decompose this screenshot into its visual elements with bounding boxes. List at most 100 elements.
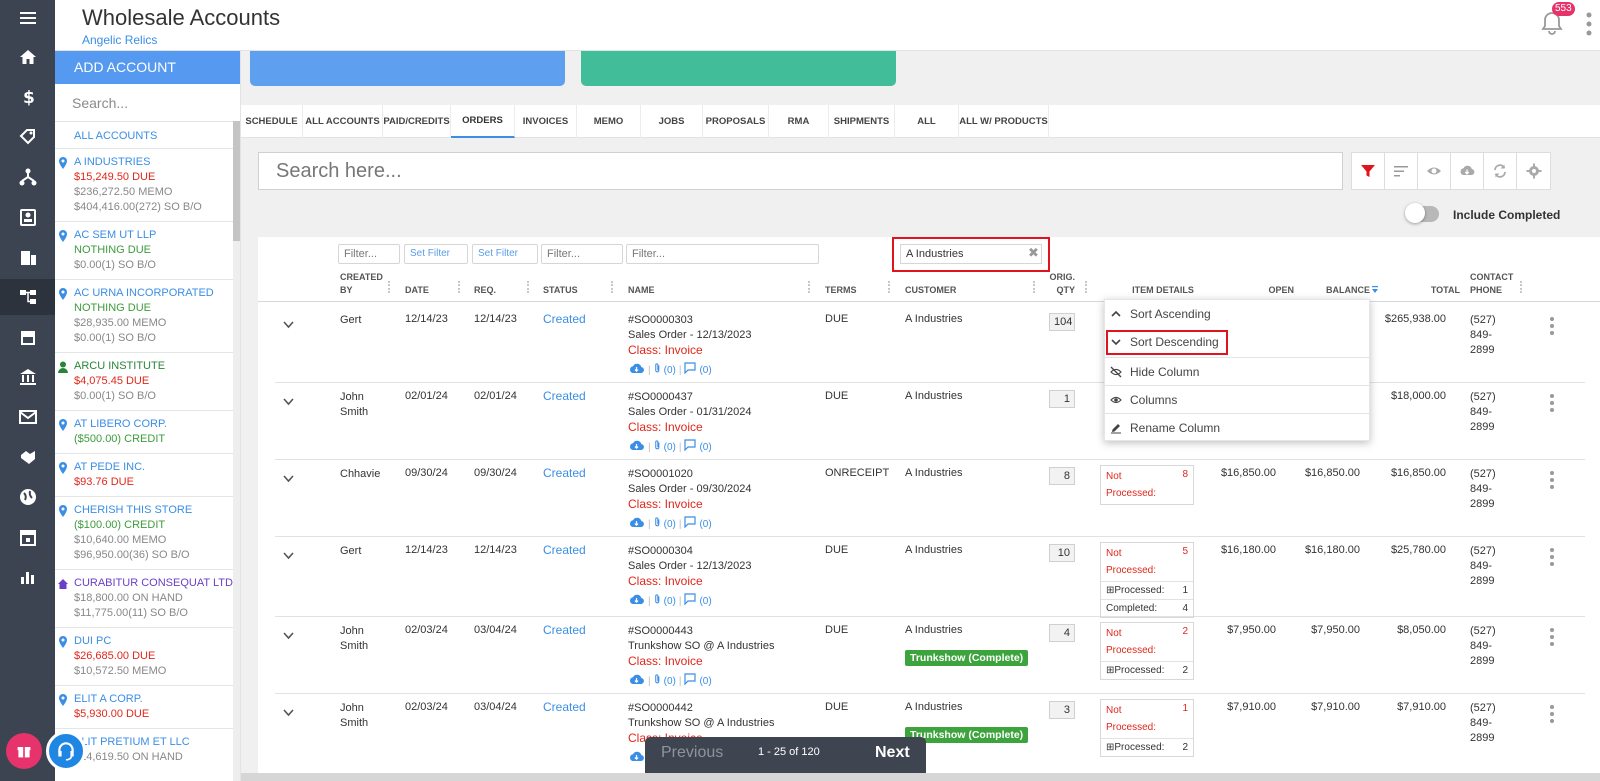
row-menu-icon[interactable] (1549, 627, 1555, 647)
order-number[interactable]: #SO0000442 (628, 701, 775, 716)
cloud-download-icon[interactable] (628, 673, 645, 690)
cell-status[interactable]: Created (543, 466, 586, 480)
paperclip-icon[interactable] (654, 593, 661, 610)
menu-item-rename-column[interactable]: Rename Column (1105, 413, 1371, 441)
cell-status[interactable]: Created (543, 389, 586, 403)
summary-card-blue[interactable] (250, 51, 565, 86)
account-item[interactable]: ELIT A CORP. $5,930.00 DUE (55, 685, 233, 728)
col-balance[interactable]: BALANCE (1298, 284, 1370, 297)
tab-jobs[interactable]: JOBS (641, 105, 703, 138)
tab-rma[interactable]: RMA (769, 105, 829, 138)
account-item[interactable]: AT LIBERO CORP. ($500.00) CREDIT (55, 410, 233, 453)
filter-button[interactable] (1352, 153, 1385, 189)
globe-icon[interactable] (0, 479, 55, 515)
col-resize-handle[interactable] (388, 281, 390, 293)
horizontal-scrollbar[interactable] (241, 773, 1600, 781)
comment-icon[interactable] (684, 673, 697, 690)
attachment-count[interactable]: (0) (664, 674, 676, 689)
col-resize-handle[interactable] (527, 281, 529, 293)
col-resize-handle[interactable] (808, 281, 810, 293)
refresh-button[interactable] (1484, 153, 1517, 189)
previous-page-button[interactable]: Previous (661, 744, 723, 762)
filter-status[interactable]: Filter... (541, 244, 623, 264)
dollar-icon[interactable]: $ (0, 79, 55, 115)
export-button[interactable] (1451, 153, 1484, 189)
include-completed-toggle-knob[interactable] (1405, 203, 1425, 223)
page-subtitle[interactable]: Angelic Relics (82, 33, 157, 47)
col-resize-handle[interactable] (458, 281, 460, 293)
expand-chevron-icon[interactable] (283, 708, 294, 717)
home-icon[interactable] (0, 39, 55, 75)
more-vert-icon[interactable] (1585, 11, 1593, 37)
account-name[interactable]: CURABITUR CONSEQUAT LTD (74, 576, 233, 591)
contacts-icon[interactable] (0, 199, 55, 235)
col-created-by[interactable]: CREATED BY (340, 271, 383, 297)
account-list-scrollbar[interactable] (233, 148, 240, 781)
table-row[interactable]: Chhavie 09/30/24 09/30/24 Created ONRECEIPT A… (275, 460, 1585, 537)
account-name[interactable]: AC SEM UT LLP (74, 228, 233, 243)
orders-search-input[interactable]: Search here... (258, 152, 1343, 190)
comment-icon[interactable] (684, 439, 697, 456)
attachment-count[interactable]: (0) (664, 363, 676, 378)
item-details-box[interactable]: Not Processed: 2 ⊞Processed: 2 (1100, 622, 1194, 680)
summary-card-green[interactable] (581, 51, 896, 86)
filter-req[interactable]: Set Filter (472, 244, 538, 264)
order-number[interactable]: #SO0001020 (628, 467, 752, 482)
comment-count[interactable]: (0) (699, 440, 711, 455)
cell-name[interactable]: #SO0000303 Sales Order - 12/13/2023 Class:… (628, 313, 752, 379)
col-date[interactable]: DATE (405, 284, 429, 297)
table-row[interactable]: John Smith 02/03/24 03/04/24 Created DUE A Ind… (275, 617, 1585, 694)
account-name[interactable]: AC URNA INCORPORATED (74, 286, 233, 301)
expand-chevron-icon[interactable] (283, 320, 294, 329)
row-menu-icon[interactable] (1549, 470, 1555, 490)
cloud-download-icon[interactable] (628, 750, 645, 767)
expand-chevron-icon[interactable] (283, 474, 294, 483)
col-terms[interactable]: TERMS (825, 284, 857, 297)
account-name[interactable]: AT LIBERO CORP. (74, 417, 233, 432)
expand-chevron-icon[interactable] (283, 551, 294, 560)
comment-icon[interactable] (684, 516, 697, 533)
settings-button[interactable] (1517, 153, 1550, 189)
comment-icon[interactable] (684, 593, 697, 610)
menu-item-hide-column[interactable]: Hide Column (1105, 357, 1371, 385)
mail-icon[interactable] (0, 399, 55, 435)
bank-icon[interactable] (0, 359, 55, 395)
order-number[interactable]: #SO0000437 (628, 390, 752, 405)
all-accounts-link[interactable]: ALL ACCOUNTS (74, 130, 157, 142)
row-menu-icon[interactable] (1549, 704, 1555, 724)
account-name[interactable]: CHERISH THIS STORE (74, 503, 233, 518)
item-details-box[interactable]: Not Processed: 5 ⊞Processed: 1 Completed: 4 (1100, 542, 1194, 618)
cell-name[interactable]: #SO0000437 Sales Order - 01/31/2024 Class:… (628, 390, 752, 456)
table-row[interactable]: John Smith 02/01/24 02/01/24 Created DUE A Ind… (275, 383, 1585, 460)
comment-count[interactable]: (0) (699, 517, 711, 532)
expand-chevron-icon[interactable] (283, 397, 294, 406)
order-number[interactable]: #SO0000303 (628, 313, 752, 328)
tab-all[interactable]: ALL (895, 105, 959, 138)
tab-shipments[interactable]: SHIPMENTS (829, 105, 895, 138)
bar-chart-icon[interactable] (0, 559, 55, 595)
filter-created-by[interactable]: Filter... (338, 244, 400, 264)
support-fab-button[interactable] (46, 731, 86, 771)
tab-invoices[interactable]: INVOICES (515, 105, 577, 138)
col-orig-qty[interactable]: ORIG. QTY (1038, 271, 1075, 297)
cloud-download-icon[interactable] (628, 593, 645, 610)
handshake-icon[interactable] (0, 439, 55, 475)
account-item[interactable]: AC URNA INCORPORATED NOTHING DUE $28,935.0… (55, 279, 233, 352)
account-item[interactable]: A INDUSTRIES $15,249.50 DUE $236,272.50 ME… (55, 148, 233, 221)
menu-item-sort-ascending[interactable]: Sort Ascending (1105, 300, 1371, 328)
order-number[interactable]: #SO0000304 (628, 544, 752, 559)
account-item[interactable]: AC SEM UT LLP NOTHING DUE $0.00(1) SO B/O (55, 221, 233, 279)
menu-item-columns[interactable]: Columns (1105, 385, 1371, 413)
table-row[interactable]: John Smith 02/03/24 03/04/24 Created DUE A Ind… (275, 694, 1585, 774)
row-menu-icon[interactable] (1549, 547, 1555, 567)
account-item[interactable]: ARCU INSTITUTE $4,075.45 DUE $0.00(1) SO B… (55, 352, 233, 410)
attachment-count[interactable]: (0) (664, 594, 676, 609)
sort-desc-icon[interactable] (1371, 286, 1379, 295)
attachment-count[interactable]: (0) (664, 517, 676, 532)
tab-memo[interactable]: MEMO (577, 105, 641, 138)
store-icon[interactable] (0, 319, 55, 355)
col-resize-handle[interactable] (1085, 281, 1087, 293)
cloud-download-icon[interactable] (628, 516, 645, 533)
order-number[interactable]: #SO0000443 (628, 624, 775, 639)
comment-icon[interactable] (684, 362, 697, 379)
